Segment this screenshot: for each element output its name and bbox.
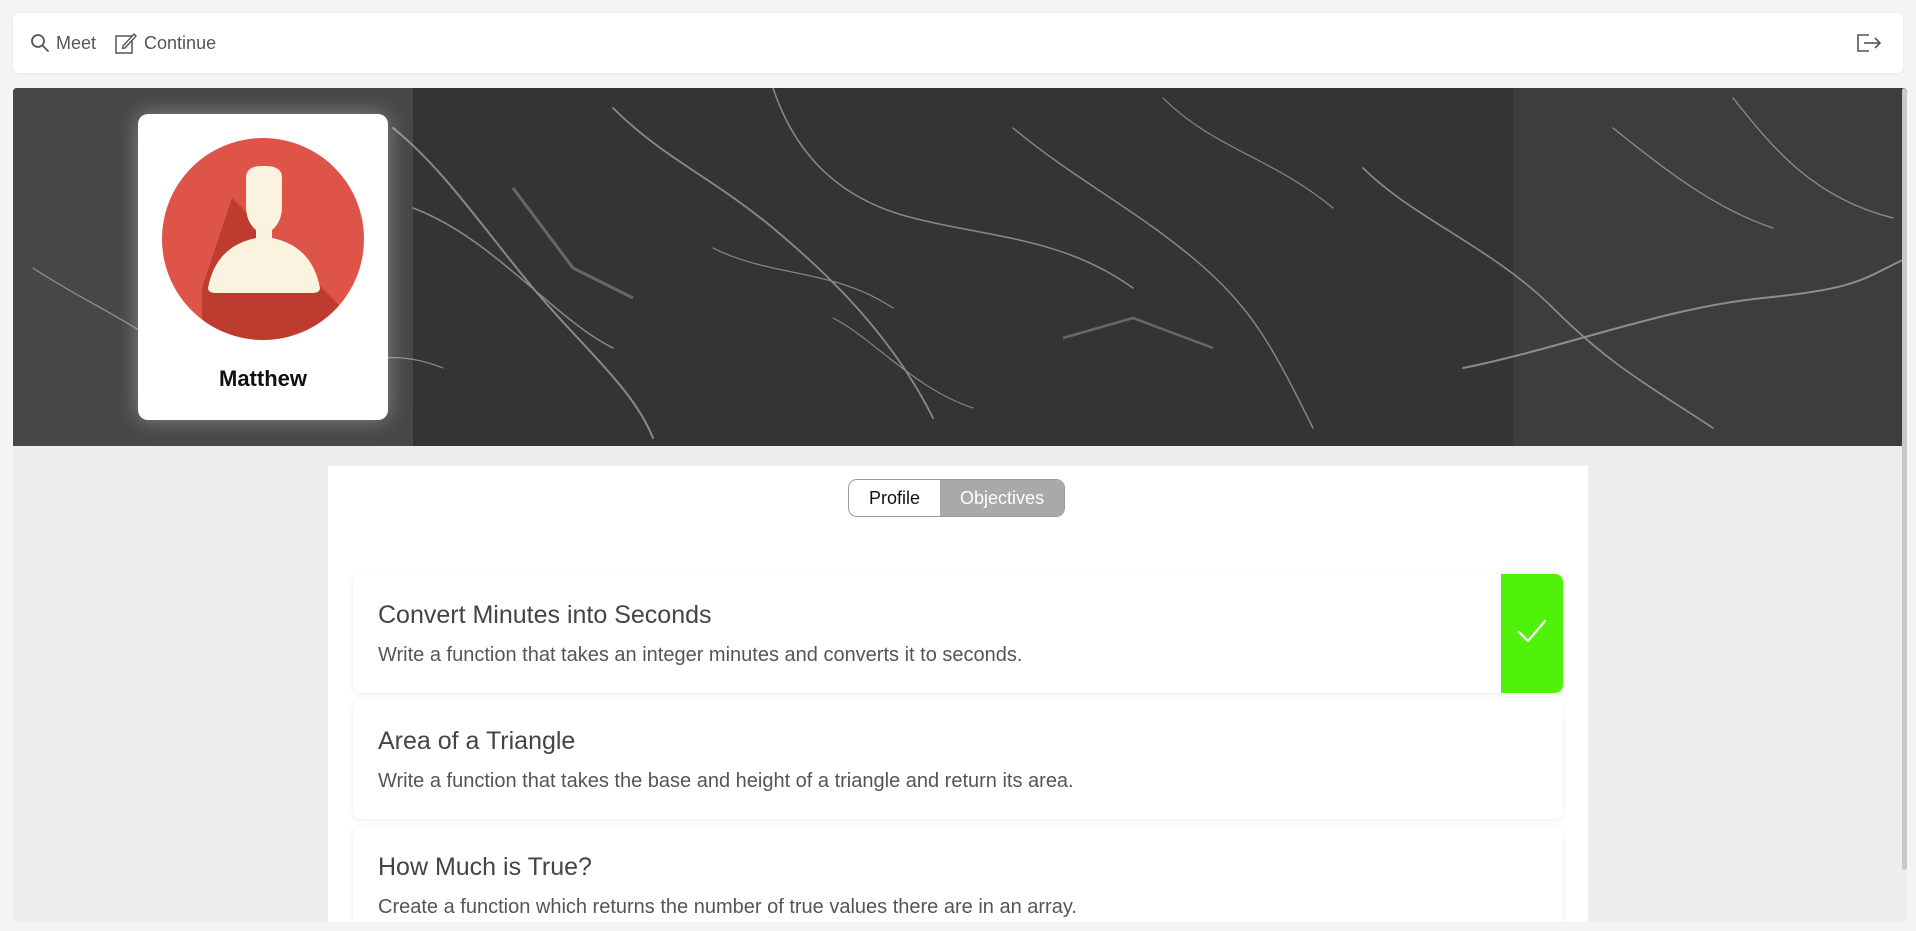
objective-description: Create a function which returns the numb… (378, 896, 1077, 918)
logout-icon (1855, 34, 1883, 59)
objective-card[interactable]: Convert Minutes into Seconds Write a fun… (353, 574, 1563, 693)
objective-card[interactable]: How Much is True? Create a function whic… (353, 826, 1563, 922)
tab-switcher: Profile Objectives (848, 479, 1066, 517)
edit-icon (114, 31, 138, 55)
nav-continue-label: Continue (144, 32, 217, 53)
logout-button[interactable] (1855, 31, 1883, 60)
page: Meet Continue Matthew Profile Objectives… (0, 0, 1916, 931)
search-icon (30, 33, 50, 53)
tab-profile[interactable]: Profile (849, 480, 941, 516)
objective-card[interactable]: Area of a Triangle Write a function that… (353, 700, 1563, 819)
top-nav-bar: Meet Continue (13, 13, 1903, 73)
profile-name: Matthew (219, 366, 307, 391)
objectives-content: Profile Objectives Convert Minutes into … (328, 466, 1588, 922)
user-avatar-icon (162, 138, 364, 340)
objective-title: Area of a Triangle (378, 727, 576, 755)
objective-description: Write a function that takes an integer m… (378, 644, 1023, 666)
nav-meet[interactable]: Meet (30, 33, 96, 54)
scrollbar[interactable] (1902, 88, 1907, 870)
nav-meet-label: Meet (56, 32, 97, 53)
main-panel: Matthew Profile Objectives Convert Minut… (13, 88, 1907, 922)
objective-title: Convert Minutes into Seconds (378, 601, 712, 629)
tab-objectives[interactable]: Objectives (940, 480, 1065, 516)
nav-continue[interactable]: Continue (114, 31, 216, 55)
objective-description: Write a function that takes the base and… (378, 770, 1074, 792)
checkmark-icon (1515, 614, 1549, 653)
completed-badge[interactable] (1501, 574, 1563, 693)
objective-title: How Much is True? (378, 853, 592, 881)
profile-card: Matthew (138, 114, 388, 420)
